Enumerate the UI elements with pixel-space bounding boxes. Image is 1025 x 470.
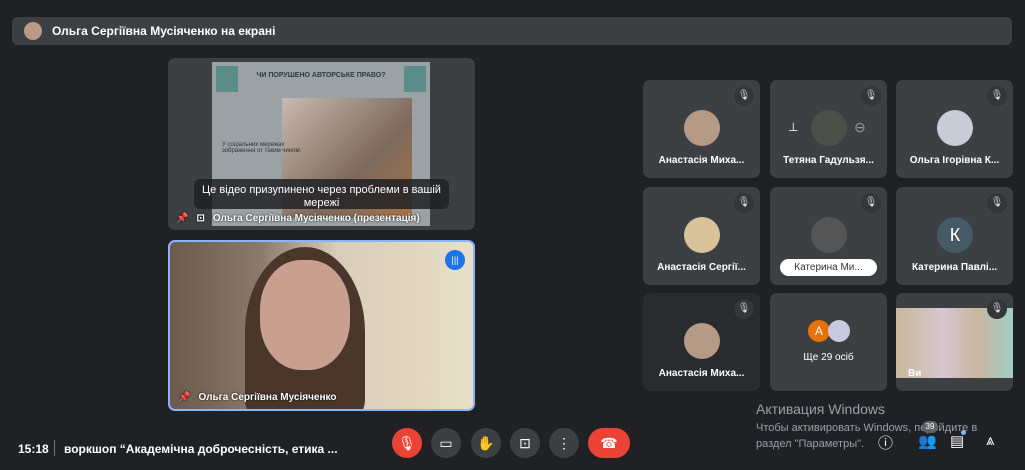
slide-text: У соціальних мережах зображення от таким… — [222, 142, 302, 154]
speaking-icon: ||| — [445, 250, 465, 270]
raise-hand-button[interactable]: ✋ — [471, 428, 501, 458]
participant-tile[interactable]: 🎙 Катерина Ми... — [770, 187, 887, 285]
participant-tile[interactable]: 🎙 К Катерина Павлі... — [896, 187, 1013, 285]
avatar — [828, 320, 850, 342]
participant-name: Катерина Ми... — [780, 259, 877, 276]
more-participants-tile[interactable]: А Ще 29 осіб — [770, 293, 887, 391]
participant-tile[interactable]: 🎙 Анастасія Миха... — [643, 80, 760, 178]
logo-left — [216, 66, 238, 92]
present-icon: ⊡ — [196, 213, 205, 224]
info-icon[interactable]: ⓘ — [878, 432, 893, 453]
participant-name: Ще 29 осіб — [803, 352, 854, 363]
avatar — [24, 22, 42, 40]
mic-off-button[interactable]: 🎙 — [392, 428, 422, 458]
people-icon[interactable]: 👥 — [918, 432, 937, 450]
mic-off-icon: 🎙 — [987, 299, 1007, 319]
mic-off-icon: 🎙 — [861, 193, 881, 213]
presentation-tile[interactable]: ЧИ ПОРУШЕНО АВТОРСЬКЕ ПРАВО? У соціальни… — [168, 58, 475, 230]
participant-count-badge: 39 — [922, 421, 938, 433]
self-tile[interactable]: 🎙 Ви — [896, 293, 1013, 391]
slide-title: ЧИ ПОРУШЕНО АВТОРСЬКЕ ПРАВО? — [256, 72, 386, 79]
more-options-button[interactable]: ⋮ — [549, 428, 579, 458]
participant-name: Ольга Ігорівна К... — [909, 155, 1000, 166]
paused-message: Це відео призупинено через проблеми в ва… — [194, 179, 449, 209]
pin-icon[interactable]: 📌 — [178, 392, 190, 403]
avatar — [684, 110, 720, 146]
participant-name: Ви — [908, 368, 922, 379]
activities-icon[interactable]: ⩓ — [986, 432, 994, 449]
avatar — [811, 217, 847, 253]
meeting-title: воркшоп “Академічна доброчесність, етика… — [64, 442, 338, 456]
remove-icon[interactable]: ⊖ — [854, 119, 866, 136]
mic-off-icon: 🎙 — [987, 193, 1007, 213]
mic-off-icon: 🎙 — [734, 86, 754, 106]
presenting-banner: Ольга Сергіївна Мусіяченко на екрані — [12, 17, 1012, 45]
logo-right — [404, 66, 426, 92]
participant-tile[interactable]: 🎙 Анастасія Сергії... — [643, 187, 760, 285]
camera-button[interactable]: ▭ — [431, 428, 461, 458]
participant-name: Тетяна Гадульзя... — [783, 155, 874, 166]
clock: 15:18 — [18, 442, 49, 456]
pin-icon[interactable]: 📌 — [176, 213, 188, 224]
speaker-tile[interactable]: ||| 📌 Ольга Сергіївна Мусіяченко — [168, 240, 475, 411]
avatar — [684, 217, 720, 253]
avatar — [684, 323, 720, 359]
participant-tile[interactable]: 🎙 Анастасія Миха... — [643, 293, 760, 391]
notification-dot — [961, 430, 966, 435]
mic-off-icon: 🎙 — [734, 193, 754, 213]
mic-off-icon: 🎙 — [861, 86, 881, 106]
participant-tile[interactable]: 🎙 Ольга Ігорівна К... — [896, 80, 1013, 178]
avatar: А — [808, 320, 830, 342]
participant-tile[interactable]: 🎙 ⊥ ⊖ Тетяна Гадульзя... — [770, 80, 887, 178]
avatar — [811, 110, 847, 146]
banner-text: Ольга Сергіївна Мусіяченко на екрані — [52, 24, 276, 38]
pin-icon[interactable]: ⊥ — [788, 120, 798, 134]
participant-name: Анастасія Миха... — [658, 368, 745, 379]
leave-call-button[interactable]: ☎ — [588, 428, 630, 458]
mic-off-icon: 🎙 — [734, 299, 754, 319]
mic-off-icon: 🎙 — [987, 86, 1007, 106]
divider — [54, 440, 55, 456]
tile-label: Ольга Сергіївна Мусіяченко — [198, 392, 337, 403]
participant-name: Катерина Павлі... — [911, 262, 998, 273]
present-button[interactable]: ⊡ — [510, 428, 540, 458]
windows-activation-title: Активация Windows — [756, 401, 886, 417]
speaker-face — [260, 260, 350, 370]
avatar — [937, 110, 973, 146]
avatar: К — [937, 217, 973, 253]
tile-label: Ольга Сергіївна Мусіяченко (презентація) — [212, 213, 420, 224]
participant-name: Анастасія Миха... — [658, 155, 745, 166]
participant-name: Анастасія Сергії... — [657, 262, 746, 273]
